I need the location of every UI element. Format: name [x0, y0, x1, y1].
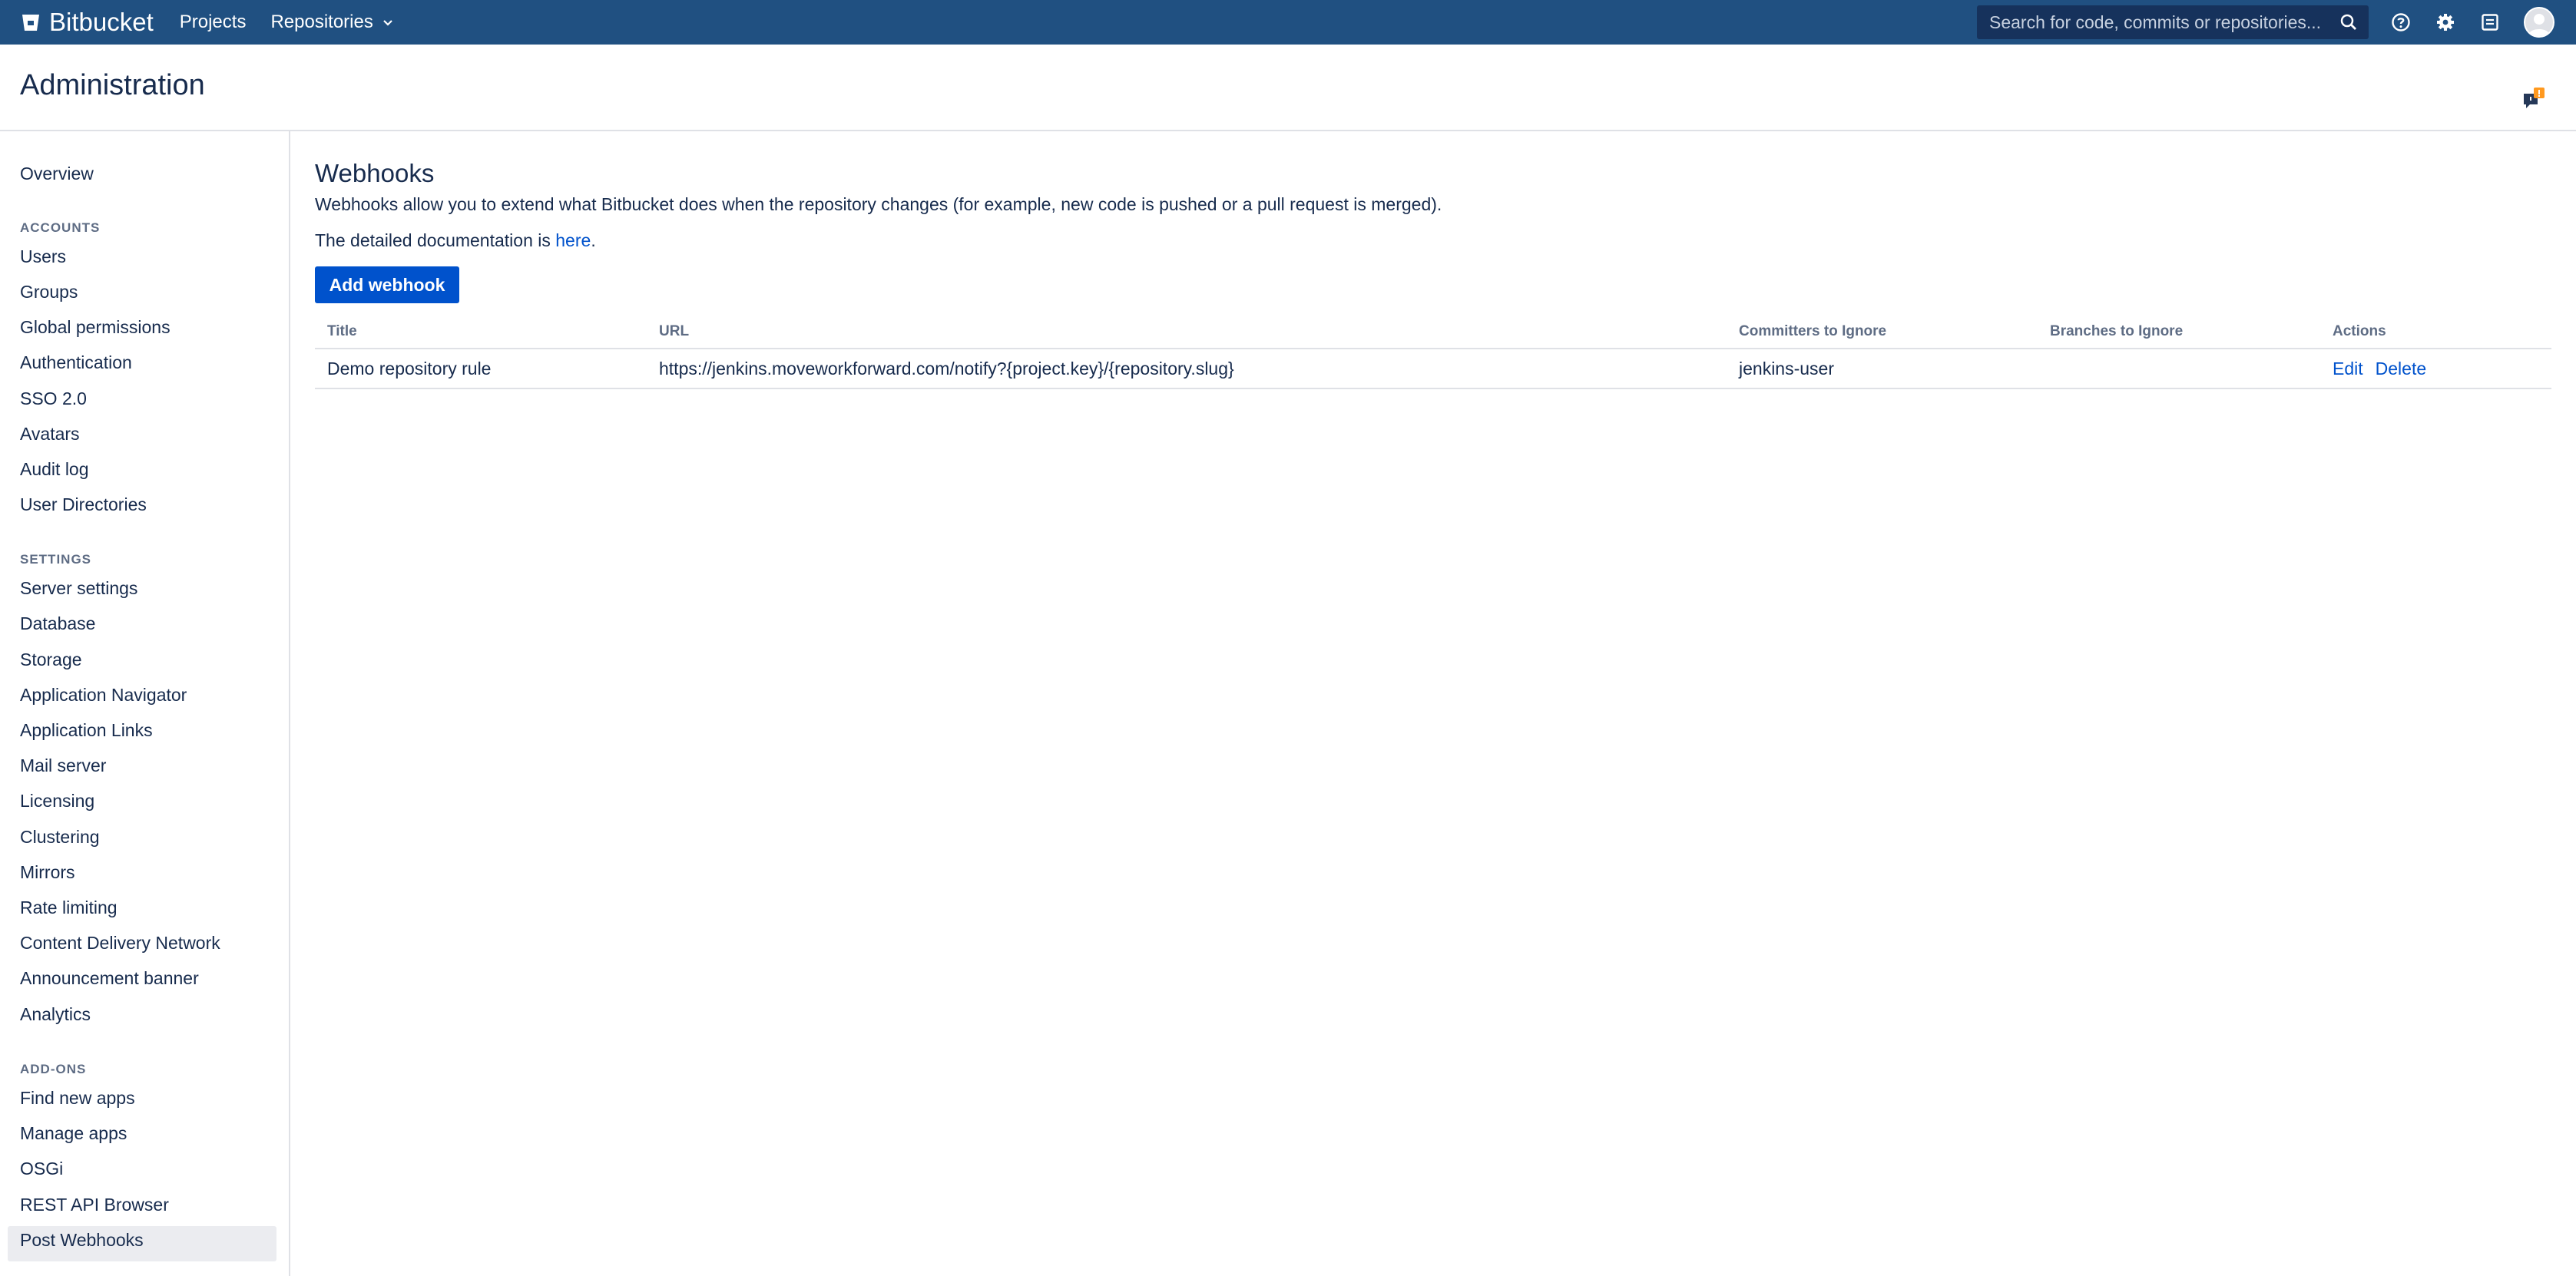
brand-name: Bitbucket — [49, 8, 154, 36]
bitbucket-home-link[interactable]: Bitbucket — [20, 0, 154, 45]
table-header: Title URL Committers to Ignore Branches … — [315, 317, 2551, 349]
sidebar-item-database[interactable]: Database — [20, 613, 95, 634]
sidebar-item-groups[interactable]: Groups — [20, 282, 78, 302]
sidebar-item-osgi[interactable]: OSGi — [20, 1159, 63, 1179]
help-button[interactable] — [2390, 12, 2412, 33]
documentation-line: The detailed documentation is here. — [315, 230, 596, 251]
sidebar-item-application-navigator[interactable]: Application Navigator — [20, 685, 187, 706]
page-header: Administration — [0, 45, 2576, 131]
sidebar-item-rate-limiting[interactable]: Rate limiting — [20, 897, 118, 918]
cell-title: Demo repository rule — [327, 359, 492, 379]
sidebar-item-audit-log[interactable]: Audit log — [20, 459, 89, 480]
sidebar-item-global-permissions[interactable]: Global permissions — [20, 317, 171, 338]
nav-repositories[interactable]: Repositories — [270, 12, 394, 33]
section-title: Webhooks — [315, 159, 435, 187]
feedback-icon[interactable] — [2521, 86, 2547, 112]
search-icon[interactable] — [2339, 13, 2358, 31]
add-webhook-button[interactable]: Add webhook — [315, 266, 459, 303]
sidebar-item-avatars[interactable]: Avatars — [20, 424, 80, 445]
sidebar-item-storage[interactable]: Storage — [20, 650, 82, 670]
user-icon — [2528, 14, 2550, 36]
table-row: Demo repository rule https://jenkins.mov… — [315, 349, 2551, 389]
chevron-down-icon — [383, 20, 392, 26]
sidebar-item-authentication[interactable]: Authentication — [20, 352, 132, 373]
user-avatar[interactable] — [2524, 7, 2554, 38]
column-header-actions: Actions — [2333, 323, 2386, 339]
sidebar-heading-settings: SETTINGS — [20, 552, 92, 567]
sidebar-item-users[interactable]: Users — [20, 246, 66, 267]
sidebar-item-clustering[interactable]: Clustering — [20, 827, 100, 848]
column-header-title: Title — [327, 323, 357, 339]
webhooks-description: Webhooks allow you to extend what Bitbuc… — [315, 194, 1442, 214]
main-content: Webhooks Webhooks allow you to extend wh… — [315, 131, 2554, 1276]
bitbucket-logo-icon — [22, 15, 39, 31]
page-title: Administration — [20, 69, 205, 101]
sidebar-item-user-directories[interactable]: User Directories — [20, 494, 147, 515]
sidebar-item-server-settings[interactable]: Server settings — [20, 578, 137, 599]
edit-webhook-link[interactable]: Edit — [2333, 359, 2363, 379]
webhooks-table: Title URL Committers to Ignore Branches … — [315, 317, 2551, 389]
sidebar-item-manage-apps[interactable]: Manage apps — [20, 1123, 127, 1144]
sidebar-item-cdn[interactable]: Content Delivery Network — [20, 933, 220, 954]
gear-icon — [2437, 14, 2454, 31]
search-input[interactable] — [1989, 12, 2339, 33]
notifications-button[interactable] — [2479, 12, 2501, 33]
column-header-committers: Committers to Ignore — [1739, 323, 1887, 339]
nav-projects[interactable]: Projects — [180, 12, 247, 33]
sidebar-item-mirrors[interactable]: Mirrors — [20, 862, 75, 883]
column-header-branches: Branches to Ignore — [2050, 323, 2184, 339]
sidebar-item-announcement-banner[interactable]: Announcement banner — [20, 968, 199, 989]
settings-button[interactable] — [2435, 12, 2456, 33]
column-header-url: URL — [659, 323, 690, 339]
inbox-icon — [2482, 14, 2498, 31]
sidebar-heading-accounts: ACCOUNTS — [20, 220, 101, 235]
delete-webhook-link[interactable]: Delete — [2376, 359, 2426, 379]
documentation-link[interactable]: here — [555, 230, 591, 250]
sidebar-item-overview[interactable]: Overview — [20, 164, 94, 184]
sidebar-item-find-new-apps[interactable]: Find new apps — [20, 1088, 135, 1109]
nav-repositories-label: Repositories — [270, 12, 373, 32]
sidebar-item-rest-api-browser[interactable]: REST API Browser — [20, 1195, 169, 1215]
sidebar-item-licensing[interactable]: Licensing — [20, 791, 94, 812]
doc-suffix: . — [591, 230, 596, 250]
sidebar-item-application-links[interactable]: Application Links — [20, 720, 153, 741]
cell-url: https://jenkins.moveworkforward.com/noti… — [659, 359, 1234, 379]
sidebar-item-sso[interactable]: SSO 2.0 — [20, 388, 87, 409]
admin-sidebar: Overview ACCOUNTS Users Groups Global pe… — [0, 131, 290, 1276]
top-navigation: Bitbucket Projects Repositories — [0, 0, 2576, 45]
doc-prefix: The detailed documentation is — [315, 230, 556, 250]
sidebar-heading-addons: ADD-ONS — [20, 1062, 87, 1076]
search-box — [1977, 5, 2369, 39]
sidebar-item-post-webhooks[interactable]: Post Webhooks — [20, 1230, 144, 1251]
cell-committers: jenkins-user — [1739, 359, 1834, 379]
sidebar-item-mail-server[interactable]: Mail server — [20, 755, 106, 776]
cell-actions: Edit Delete — [2333, 359, 2439, 379]
sidebar-item-analytics[interactable]: Analytics — [20, 1004, 91, 1025]
help-icon — [2392, 13, 2410, 31]
